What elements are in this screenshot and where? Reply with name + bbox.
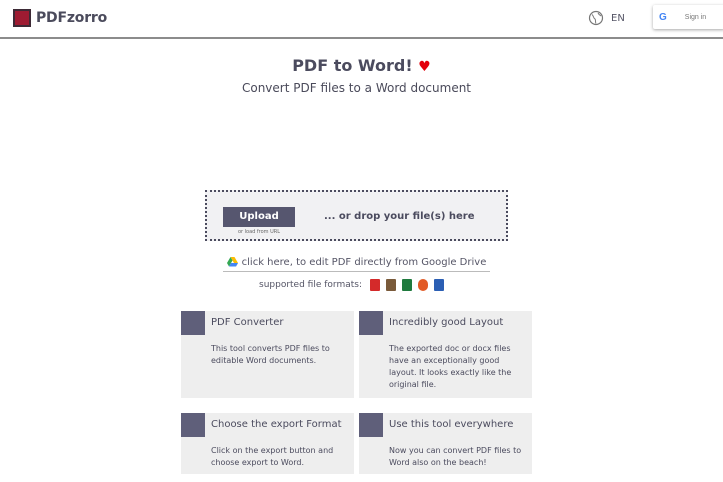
card-text: Click on the export button and choose ex… xyxy=(211,446,334,467)
card-title: Use this tool everywhere xyxy=(389,419,514,430)
feature-card-everywhere: Use this tool everywhere Now you can con… xyxy=(359,413,532,474)
google-drive-link[interactable]: click here, to edit PDF directly from Go… xyxy=(223,253,490,272)
image-icon xyxy=(385,279,396,291)
file-drop-zone[interactable]: Upload or load from URL ... or drop your… xyxy=(205,190,508,241)
language-selector[interactable]: EN xyxy=(588,10,625,26)
page-title: PDF to Word! ♥ xyxy=(0,56,723,75)
card-square-icon xyxy=(181,413,205,437)
load-from-url-link[interactable]: or load from URL xyxy=(223,229,295,235)
upload-button[interactable]: Upload xyxy=(223,207,295,227)
card-text: The exported doc or docx files have an e… xyxy=(389,344,512,389)
feature-card-layout: Incredibly good Layout The exported doc … xyxy=(359,311,532,398)
card-title: Incredibly good Layout xyxy=(389,317,504,328)
google-drive-icon xyxy=(226,257,238,267)
feature-card-pdf-converter: PDF Converter This tool converts PDF fil… xyxy=(181,311,354,398)
supported-formats: supported file formats: xyxy=(259,279,450,291)
globe-icon xyxy=(588,10,604,26)
google-drive-text: click here, to edit PDF directly from Go… xyxy=(241,256,487,268)
card-text: This tool converts PDF files to editable… xyxy=(211,344,330,365)
card-title: Choose the export Format xyxy=(211,419,342,430)
google-signin-button[interactable]: G Sign in xyxy=(653,5,723,29)
card-text: Now you can convert PDF files to Word al… xyxy=(389,446,522,467)
excel-icon xyxy=(401,279,412,291)
logo[interactable]: PDFzorro xyxy=(13,9,107,27)
google-icon: G xyxy=(659,11,667,23)
language-label: EN xyxy=(611,12,625,24)
card-square-icon xyxy=(359,311,383,335)
logo-text: PDFzorro xyxy=(36,10,108,26)
page-subtitle: Convert PDF files to a Word document xyxy=(241,81,472,95)
pdf-icon xyxy=(369,279,380,291)
top-header: PDFzorro EN G Sign in xyxy=(0,0,723,39)
formats-label: supported file formats: xyxy=(259,280,362,290)
card-square-icon xyxy=(359,413,383,437)
card-square-icon xyxy=(181,311,205,335)
heart-icon: ♥ xyxy=(418,59,431,75)
card-title: PDF Converter xyxy=(211,317,284,328)
powerpoint-icon xyxy=(417,279,428,291)
word-icon xyxy=(433,279,444,291)
signin-label: Sign in xyxy=(684,13,707,21)
title-text: PDF to Word! xyxy=(292,56,413,75)
drop-text: ... or drop your file(s) here xyxy=(324,211,475,222)
feature-card-export-format: Choose the export Format Click on the ex… xyxy=(181,413,354,474)
logo-icon xyxy=(13,9,31,27)
